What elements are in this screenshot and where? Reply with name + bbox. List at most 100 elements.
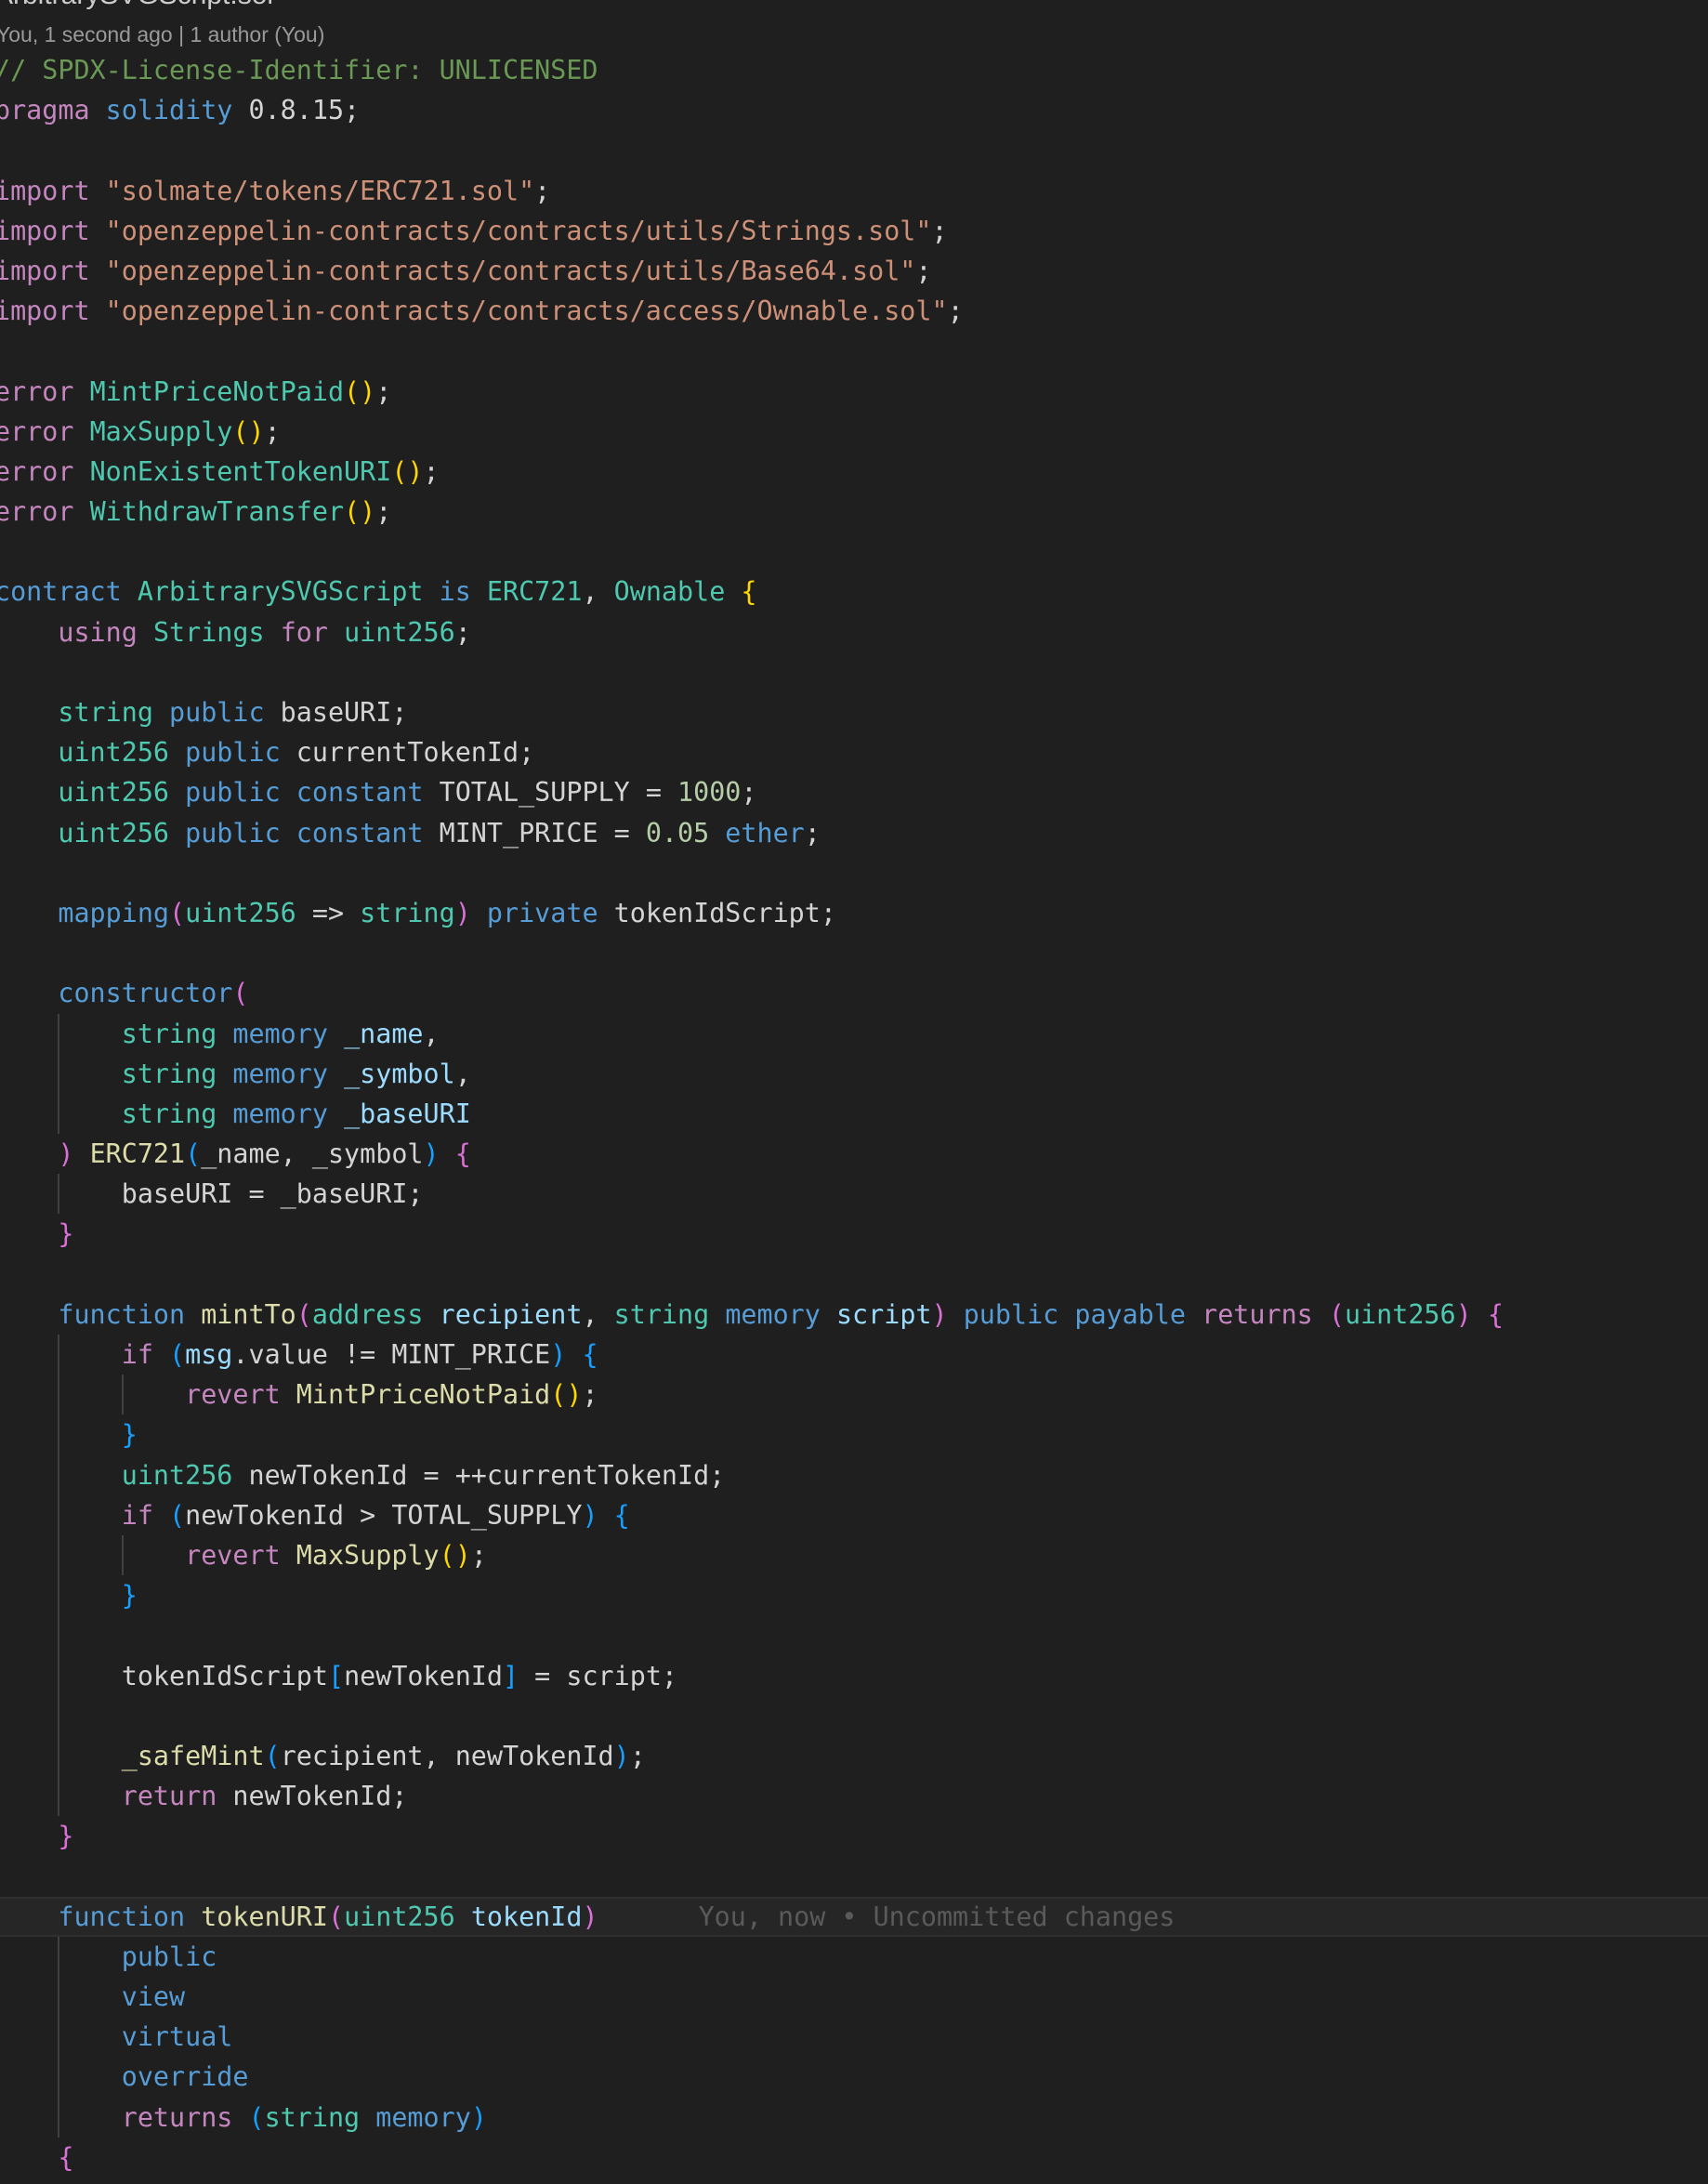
code-line[interactable]: { bbox=[0, 2138, 1708, 2177]
code-line[interactable]: string public baseURI; bbox=[0, 692, 1708, 732]
code-line[interactable]: error MaxSupply(); bbox=[0, 412, 1708, 452]
code-line[interactable] bbox=[0, 1695, 1708, 1736]
code-line[interactable]: error NonExistentTokenURI(); bbox=[0, 452, 1708, 492]
indent-guide bbox=[58, 1414, 60, 1455]
code-line-current[interactable]: function tokenURI(uint256 tokenId) You, n… bbox=[0, 1896, 1708, 1937]
code-token: => bbox=[296, 897, 361, 928]
code-line[interactable]: contract ArbitrarySVGScript is ERC721, O… bbox=[0, 572, 1708, 612]
code-line[interactable] bbox=[0, 532, 1708, 572]
code-token: msg bbox=[185, 1339, 233, 1370]
code-token: using bbox=[58, 616, 138, 648]
code-line[interactable]: string memory _baseURI bbox=[0, 1093, 1708, 1135]
codelens-blame-header[interactable]: You, 1 second ago | 1 author (You) bbox=[0, 22, 324, 47]
code-line[interactable]: _safeMint(recipient, newTokenId); bbox=[0, 1735, 1708, 1777]
code-line[interactable] bbox=[0, 331, 1708, 371]
code-line[interactable]: uint256 public currentTokenId; bbox=[0, 732, 1708, 772]
code-line[interactable]: mapping(uint256 => string) private token… bbox=[0, 893, 1708, 933]
code-line[interactable]: import "openzeppelin-contracts/contracts… bbox=[0, 291, 1708, 331]
indent-guide bbox=[58, 1093, 60, 1135]
code-line[interactable]: import "openzeppelin-contracts/contracts… bbox=[0, 251, 1708, 291]
code-line[interactable] bbox=[0, 130, 1708, 170]
code-line[interactable]: import "solmate/tokens/ERC721.sol"; bbox=[0, 171, 1708, 211]
code-line[interactable]: import "openzeppelin-contracts/contracts… bbox=[0, 211, 1708, 251]
code-line[interactable]: returns (string memory) bbox=[0, 2097, 1708, 2138]
code-line[interactable] bbox=[0, 1856, 1708, 1896]
code-line[interactable]: uint256 public constant TOTAL_SUPPLY = 1… bbox=[0, 772, 1708, 812]
code-line[interactable]: uint256 public constant MINT_PRICE = 0.0… bbox=[0, 813, 1708, 853]
code-line[interactable] bbox=[0, 652, 1708, 692]
code-line[interactable]: if (newTokenId > TOTAL_SUPPLY) { bbox=[0, 1494, 1708, 1535]
code-token: .value != MINT_PRICE bbox=[232, 1339, 551, 1370]
code-line[interactable]: revert MintPriceNotPaid(); bbox=[0, 1375, 1708, 1415]
code-token: [ bbox=[327, 1660, 345, 1691]
code-token: is bbox=[439, 576, 471, 608]
code-line[interactable] bbox=[0, 1615, 1708, 1656]
code-line[interactable] bbox=[0, 933, 1708, 973]
code-token: ; bbox=[423, 455, 440, 487]
code-line[interactable]: if (msg.value != MINT_PRICE) { bbox=[0, 1335, 1708, 1375]
code-token: public bbox=[169, 697, 265, 728]
code-line[interactable]: public bbox=[0, 1936, 1708, 1977]
code-line[interactable]: string memory _symbol, bbox=[0, 1053, 1708, 1094]
code-token: ) bbox=[58, 1138, 74, 1170]
code-token: mintTo bbox=[201, 1298, 296, 1330]
code-token: pragma bbox=[0, 95, 90, 126]
code-token: address bbox=[311, 1298, 424, 1330]
code-editor[interactable]: // SPDX-License-Identifier: UNLICENSED pr… bbox=[0, 50, 1708, 2177]
code-line[interactable]: view bbox=[0, 1977, 1708, 2018]
code-token: uint256 bbox=[58, 777, 170, 809]
code-line[interactable]: constructor( bbox=[0, 973, 1708, 1013]
code-token: public bbox=[963, 1298, 1059, 1330]
code-line[interactable]: } bbox=[0, 1214, 1708, 1254]
code-line[interactable]: } bbox=[0, 1575, 1708, 1616]
code-line[interactable]: ) ERC721(_name, _symbol) { bbox=[0, 1134, 1708, 1174]
code-line[interactable]: pragma solidity 0.8.15; bbox=[0, 90, 1708, 130]
code-line[interactable]: revert MaxSupply(); bbox=[0, 1534, 1708, 1576]
code-token: ; bbox=[947, 296, 964, 327]
code-line[interactable]: } bbox=[0, 1414, 1708, 1455]
code-line[interactable]: return newTokenId; bbox=[0, 1776, 1708, 1817]
indent-guide bbox=[58, 1013, 60, 1054]
code-token: ) bbox=[1455, 1298, 1472, 1330]
code-token: () bbox=[439, 1539, 471, 1571]
code-token: ; bbox=[629, 1740, 646, 1771]
code-token: memory bbox=[232, 1058, 328, 1089]
code-line[interactable] bbox=[0, 853, 1708, 893]
code-token: import bbox=[0, 175, 90, 206]
code-line[interactable]: // SPDX-License-Identifier: UNLICENSED bbox=[0, 50, 1708, 90]
code-line[interactable]: string memory _name, bbox=[0, 1013, 1708, 1054]
code-line[interactable]: baseURI = _baseURI; bbox=[0, 1174, 1708, 1215]
code-token: TOTAL_SUPPLY = bbox=[423, 777, 678, 809]
code-line[interactable]: override bbox=[0, 2057, 1708, 2098]
code-line[interactable]: function mintTo(address recipient, strin… bbox=[0, 1295, 1708, 1335]
code-line[interactable]: error MintPriceNotPaid(); bbox=[0, 372, 1708, 412]
code-line[interactable]: virtual bbox=[0, 2017, 1708, 2058]
code-line[interactable]: tokenIdScript[newTokenId] = script; bbox=[0, 1655, 1708, 1696]
code-token: ) bbox=[470, 2101, 487, 2133]
indent-guide bbox=[58, 1655, 60, 1696]
code-token: ( bbox=[264, 1740, 281, 1771]
file-title[interactable]: ArbitrarySVGScript.sol bbox=[0, 0, 273, 11]
code-line[interactable]: using Strings for uint256; bbox=[0, 612, 1708, 652]
code-token: string bbox=[121, 1018, 217, 1049]
code-line[interactable]: } bbox=[0, 1816, 1708, 1856]
code-line[interactable] bbox=[0, 1255, 1708, 1295]
code-token: ) bbox=[931, 1298, 948, 1330]
code-line[interactable]: uint256 newTokenId = ++currentTokenId; bbox=[0, 1454, 1708, 1495]
code-token: returns bbox=[1202, 1298, 1313, 1330]
code-line[interactable]: error WithdrawTransfer(); bbox=[0, 492, 1708, 532]
